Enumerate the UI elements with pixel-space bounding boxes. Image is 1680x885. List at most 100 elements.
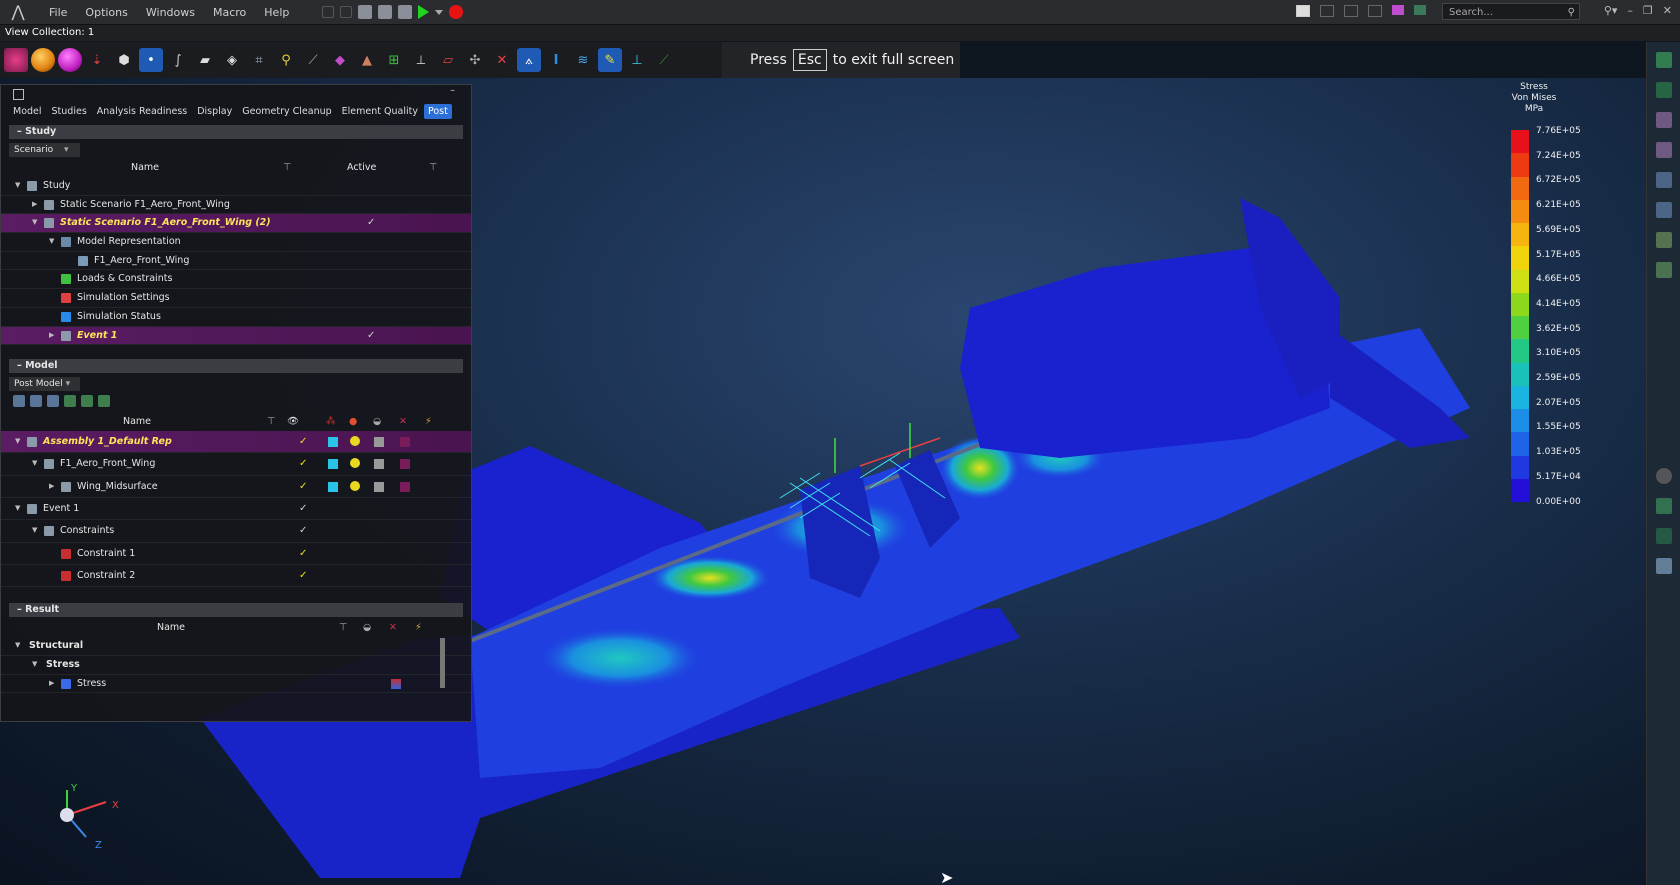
material-icon[interactable] <box>350 480 360 491</box>
help-icon[interactable]: ⚲▾ <box>1604 4 1618 17</box>
study-tree-row[interactable]: Simulation Settings <box>1 289 471 308</box>
display-mode-icon[interactable] <box>374 481 384 492</box>
layout-tile-icon[interactable] <box>1368 5 1382 17</box>
sphere-magenta-icon[interactable] <box>58 48 82 72</box>
visibility-check-icon[interactable]: ✓ <box>299 565 307 586</box>
dropdown-arrow-icon[interactable] <box>435 9 444 15</box>
expand-arrow-icon[interactable]: ▼ <box>15 498 20 519</box>
tools-icon[interactable] <box>1414 5 1426 15</box>
stop-icon[interactable] <box>449 5 464 19</box>
graph-view-icon[interactable] <box>1656 262 1672 278</box>
color-swatch[interactable] <box>328 459 338 470</box>
tab-model[interactable]: Model <box>9 104 46 119</box>
panel-scrollbar[interactable] <box>440 638 445 688</box>
beam-tool-icon[interactable]: I <box>544 48 568 72</box>
tab-geometry-cleanup[interactable]: Geometry Cleanup <box>238 104 335 119</box>
study-tree-row[interactable]: Loads & Constraints <box>1 270 471 290</box>
filter-icon[interactable]: ⊤ <box>267 413 275 431</box>
shape-tool-icon[interactable]: ✣ <box>463 48 487 72</box>
expand-arrow-icon[interactable]: ▼ <box>32 520 37 541</box>
app-logo-icon[interactable]: ⋀ <box>8 2 28 22</box>
visibility-check-icon[interactable]: ✓ <box>299 498 307 519</box>
study-tree-row[interactable]: F1_Aero_Front_Wing <box>1 252 471 271</box>
expand-arrow-icon[interactable]: ▼ <box>32 214 37 232</box>
collapse-arrow-icon[interactable]: ▶ <box>49 476 54 497</box>
panel-minimize-icon[interactable]: – <box>450 85 455 96</box>
collapse-arrow-icon[interactable]: ▶ <box>49 327 54 345</box>
solid-tool-icon[interactable]: ◈ <box>220 48 244 72</box>
open-icon[interactable] <box>358 5 373 19</box>
model-tree-row[interactable]: ▼ F1_Aero_Front_Wing ✓ <box>1 453 471 476</box>
post-model-dropdown[interactable]: Post Model ▾ <box>9 377 80 392</box>
pan-view-icon[interactable] <box>1656 172 1672 188</box>
collapse-arrow-icon[interactable]: ▶ <box>49 675 54 693</box>
tree-view-icon[interactable] <box>30 395 42 408</box>
restore-icon[interactable]: ❐ <box>1643 4 1653 17</box>
section-study[interactable]: – Study <box>9 125 463 139</box>
study-tree-row[interactable]: ▶ Static Scenario F1_Aero_Front_Wing <box>1 196 471 215</box>
plane-tool-icon[interactable]: ▱ <box>436 48 460 72</box>
mesh-mode-icon[interactable] <box>400 459 410 470</box>
color-swatch[interactable] <box>328 481 338 492</box>
close-icon[interactable]: ✕ <box>1663 4 1672 17</box>
search-icon[interactable]: ⚲ <box>1568 4 1575 21</box>
layout-split-icon[interactable] <box>1320 5 1334 17</box>
show-icon[interactable] <box>64 395 76 408</box>
study-tree-row[interactable]: ▼ Model Representation <box>1 233 471 252</box>
expand-icon[interactable] <box>81 395 93 408</box>
play-icon[interactable] <box>418 5 430 19</box>
result-plot-icon[interactable] <box>391 678 401 689</box>
scenario-dropdown[interactable]: Scenario ▾ <box>9 143 80 157</box>
constraint-tool-icon[interactable]: ✕ <box>490 48 514 72</box>
menu-windows[interactable]: Windows <box>137 6 204 19</box>
refresh-icon[interactable] <box>47 395 59 408</box>
visibility-check-icon[interactable]: ✓ <box>299 476 307 497</box>
menu-file[interactable]: File <box>40 6 76 19</box>
tab-display[interactable]: Display <box>193 104 236 119</box>
model-tree-row[interactable]: Constraint 2 ✓ <box>1 565 471 588</box>
expand-arrow-icon[interactable]: ▼ <box>32 453 37 474</box>
expand-arrow-icon[interactable]: ▼ <box>15 637 20 655</box>
search-input[interactable]: Search... ⚲ <box>1442 3 1580 20</box>
run-tool-icon[interactable]: ⟋ <box>652 48 676 72</box>
save-as-icon[interactable] <box>398 5 413 19</box>
shaded-view-icon[interactable] <box>1656 498 1672 514</box>
mesh-mode-icon[interactable] <box>400 481 410 492</box>
tab-studies[interactable]: Studies <box>48 104 91 119</box>
menu-options[interactable]: Options <box>76 6 136 19</box>
edit-tool-icon[interactable]: ✎ <box>598 48 622 72</box>
wireframe-view-icon[interactable] <box>1656 528 1672 544</box>
rotate-view-icon[interactable] <box>1656 112 1672 128</box>
mesh-tool-icon[interactable]: ⌗ <box>247 48 271 72</box>
visibility-check-icon[interactable]: ✓ <box>299 520 307 541</box>
section-view-icon[interactable] <box>1656 202 1672 218</box>
arrow-tool-icon[interactable]: ⟂ <box>409 48 433 72</box>
model-tree-row[interactable]: Constraint 1 ✓ <box>1 543 471 565</box>
filter-icon[interactable]: ⊤ <box>429 159 437 177</box>
result-tree-row[interactable]: ▼ Structural <box>1 637 471 656</box>
surface-tool-icon[interactable]: ▰ <box>193 48 217 72</box>
tab-post[interactable]: Post <box>423 103 452 119</box>
model-tree-row[interactable]: ▼ Event 1 ✓ <box>1 498 471 521</box>
wing-tool-icon[interactable]: ⟑ <box>517 48 541 72</box>
panel-pin-icon[interactable] <box>13 89 24 100</box>
visibility-check-icon[interactable]: ✓ <box>299 453 307 474</box>
layout-single-icon[interactable] <box>1296 5 1310 17</box>
measure-tool-icon[interactable]: ⟋ <box>301 48 325 72</box>
study-tree-row[interactable]: ▼ Study <box>1 177 471 196</box>
active-check-icon[interactable]: ✓ <box>367 214 375 232</box>
expand-arrow-icon[interactable]: ▼ <box>49 233 54 251</box>
section-tool-icon[interactable]: ◆ <box>328 48 352 72</box>
measure-view-icon[interactable] <box>1656 232 1672 248</box>
filter-icon[interactable]: ⊤ <box>339 619 347 637</box>
chart-tool-icon[interactable]: ⊥ <box>625 48 649 72</box>
zoom-view-icon[interactable] <box>1656 142 1672 158</box>
expand-arrow-icon[interactable]: ▼ <box>15 177 20 195</box>
morph-tool-icon[interactable]: ⊞ <box>382 48 406 72</box>
tab-element-quality[interactable]: Element Quality <box>338 104 422 119</box>
visibility-check-icon[interactable]: ✓ <box>299 431 307 452</box>
probe-tool-icon[interactable]: ⚲ <box>274 48 298 72</box>
curve-tool-icon[interactable]: ∫ <box>166 48 190 72</box>
collapse-icon[interactable] <box>98 395 110 408</box>
sphere-orange-icon[interactable] <box>31 48 55 72</box>
